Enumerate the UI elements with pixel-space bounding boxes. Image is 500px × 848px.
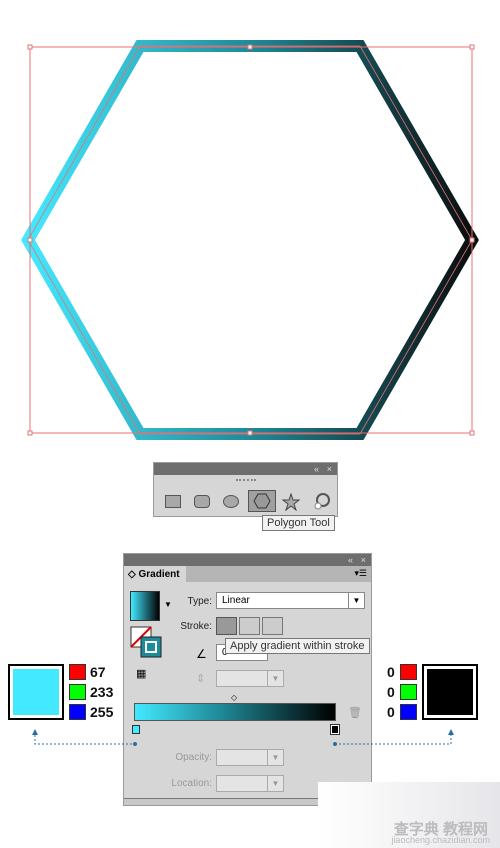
stroke-along-button[interactable] — [239, 617, 260, 635]
shape-tools-panel: «× — [153, 462, 338, 517]
opacity-select[interactable]: ▼ — [216, 749, 284, 766]
rounded-rectangle-tool-icon[interactable] — [194, 495, 210, 508]
blue-channel-icon — [400, 704, 417, 720]
right-blue-value: 0 — [387, 704, 395, 720]
fill-stroke-icon[interactable] — [130, 626, 164, 660]
midpoint-diamond-icon[interactable]: ◇ — [231, 693, 237, 702]
watermark: 查字典 教程网 jiaocheng.chazidian.com — [318, 782, 500, 848]
type-label: Type: — [187, 596, 212, 607]
tab-gradient[interactable]: ◇ Gradient — [124, 566, 186, 583]
gradient-swatch[interactable] — [130, 591, 160, 621]
panel-menu-icon[interactable]: ▾☰ — [354, 568, 367, 579]
red-channel-icon — [400, 664, 417, 680]
star-tool-icon[interactable] — [282, 493, 300, 511]
close-icon[interactable]: × — [327, 463, 332, 475]
polygon-tool-tooltip: Polygon Tool — [262, 515, 335, 531]
trash-icon[interactable]: 🗑 — [348, 706, 362, 719]
grip-icon[interactable] — [236, 479, 256, 481]
left-green-value: 233 — [90, 684, 114, 700]
hexagon-shape[interactable] — [21, 40, 479, 440]
type-select[interactable]: Linear ▼ — [216, 592, 365, 609]
left-red-value: 67 — [90, 664, 106, 680]
type-value: Linear — [222, 595, 250, 606]
flare-tool-icon[interactable] — [312, 491, 332, 511]
green-channel-icon — [69, 684, 86, 700]
collapse-icon[interactable]: « — [314, 463, 319, 475]
bounding-box — [29, 46, 473, 434]
left-blue-value: 255 — [90, 704, 114, 720]
opacity-label: Opacity: — [175, 752, 212, 763]
connector-lines — [32, 729, 454, 746]
stroke-tooltip: Apply gradient within stroke — [225, 638, 370, 654]
right-green-value: 0 — [387, 684, 395, 700]
stroke-within-button[interactable] — [216, 617, 237, 635]
blue-channel-icon — [69, 704, 86, 720]
polygon-icon — [253, 493, 271, 509]
chevron-down-icon: ▼ — [348, 593, 364, 608]
gradient-slider[interactable] — [134, 703, 336, 721]
close-icon[interactable]: × — [361, 554, 366, 566]
right-color-swatch — [422, 664, 478, 720]
aspect-ratio-icon: ⇕ — [196, 673, 206, 685]
tab-arrows-icon: ◇ — [128, 569, 136, 580]
bounding-box-handles[interactable] — [27, 44, 475, 436]
aspect-ratio-select[interactable]: ▼ — [216, 670, 284, 687]
artboard-canvas[interactable] — [0, 0, 500, 450]
tab-label: Gradient — [138, 569, 180, 580]
stroke-label: Stroke: — [180, 621, 212, 632]
swatch-dropdown-icon[interactable]: ▼ — [164, 600, 172, 609]
red-channel-icon — [69, 664, 86, 680]
right-red-value: 0 — [387, 664, 395, 680]
rectangle-tool-icon[interactable] — [165, 495, 181, 508]
collapse-icon[interactable]: « — [348, 554, 353, 566]
left-color-swatch — [8, 664, 64, 720]
ellipse-tool-icon[interactable] — [223, 495, 239, 508]
stroke-across-button[interactable] — [262, 617, 283, 635]
angle-icon: ∠ — [196, 647, 207, 661]
polygon-tool-button[interactable] — [248, 490, 276, 512]
location-select[interactable]: ▼ — [216, 775, 284, 792]
gradient-panel: « × ◇ Gradient ▾☰ ▼ ▦ Type: Linear ▼ Strok… — [123, 553, 372, 806]
reverse-gradient-icon[interactable]: ▦ — [136, 667, 146, 680]
green-channel-icon — [400, 684, 417, 700]
location-label: Location: — [171, 778, 212, 789]
